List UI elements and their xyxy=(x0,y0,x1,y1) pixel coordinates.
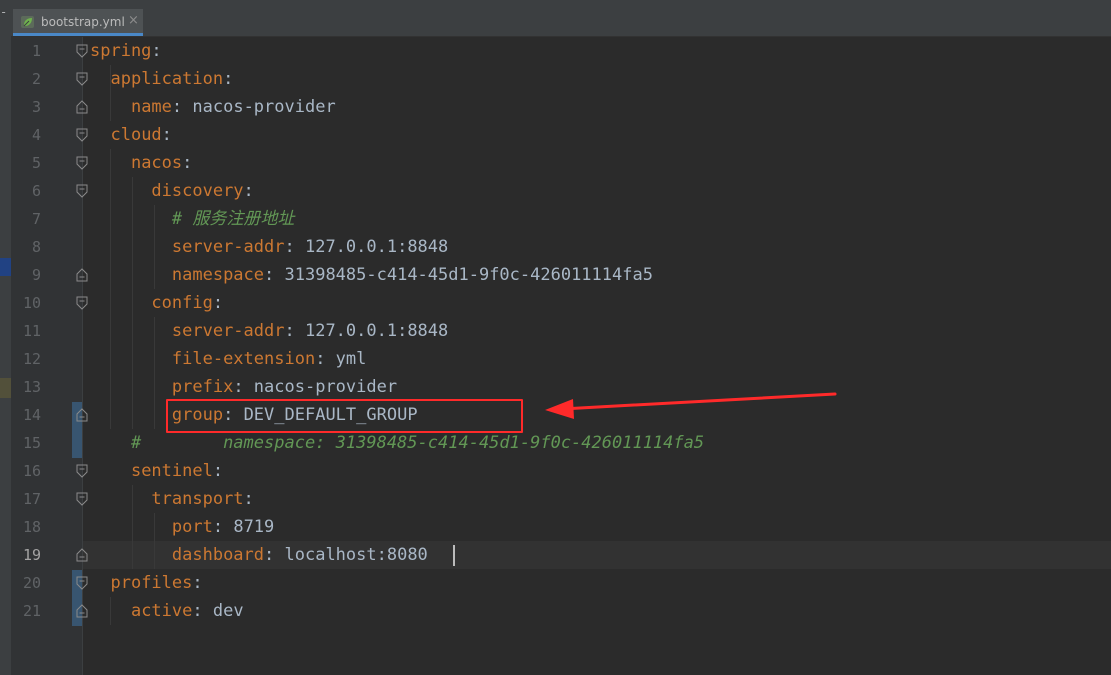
annotation-arrow xyxy=(545,392,837,419)
